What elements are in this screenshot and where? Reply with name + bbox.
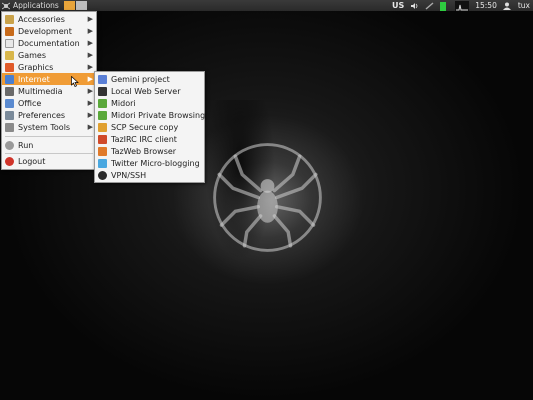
twitter-icon (98, 158, 107, 168)
submenu-arrow-icon: ▶ (87, 87, 93, 95)
submenu-arrow-icon: ▶ (87, 99, 93, 107)
office-icon (5, 98, 14, 108)
menu-item-documentation[interactable]: Documentation ▶ (2, 37, 96, 49)
menu-item-gemini-project[interactable]: Gemini project (95, 73, 204, 85)
midori-icon (98, 98, 107, 108)
submenu-arrow-icon: ▶ (87, 123, 93, 131)
menu-item-twitter[interactable]: Twitter Micro-blogging (95, 157, 204, 169)
games-icon (5, 50, 14, 60)
menu-item-multimedia[interactable]: Multimedia ▶ (2, 85, 96, 97)
spider-logo (213, 143, 322, 252)
applications-label: Applications (13, 1, 59, 10)
menu-item-midori-private[interactable]: Midori Private Browsing (95, 109, 205, 121)
system-tray: US 15:50 tux (386, 0, 533, 11)
graphics-icon (5, 62, 14, 72)
power-icon (5, 156, 14, 166)
menu-item-run[interactable]: Run (2, 139, 96, 151)
battery-icon[interactable] (440, 1, 449, 11)
menu-separator (5, 136, 93, 137)
mouse-pointer-icon (71, 76, 79, 87)
user-icon (502, 2, 512, 10)
submenu-arrow-icon: ▶ (87, 51, 93, 59)
applications-menu: Accessories ▶ Development ▶ Documentatio… (1, 11, 97, 170)
menu-item-games[interactable]: Games ▶ (2, 49, 96, 61)
irc-icon (98, 134, 107, 144)
menu-item-midori[interactable]: Midori (95, 97, 204, 109)
menu-separator (5, 153, 93, 154)
tazpanel-icon (1, 2, 11, 10)
menu-item-office[interactable]: Office ▶ (2, 97, 96, 109)
terminal-launcher-icon[interactable] (75, 1, 87, 10)
menu-item-scp-secure-copy[interactable]: SCP Secure copy (95, 121, 204, 133)
internet-icon (5, 74, 14, 84)
keyboard-layout[interactable]: US (392, 1, 404, 10)
midori-private-icon (98, 110, 107, 120)
menu-item-tazweb[interactable]: TazWeb Browser (95, 145, 204, 157)
tazweb-icon (98, 146, 107, 156)
menu-item-tazirc[interactable]: TazIRC IRC client (95, 133, 204, 145)
system-tools-icon (5, 122, 14, 132)
gemini-icon (98, 74, 107, 84)
accessories-icon (5, 14, 14, 24)
username: tux (517, 1, 530, 10)
menu-item-development[interactable]: Development ▶ (2, 25, 96, 37)
multimedia-icon (5, 86, 14, 96)
menu-item-vpn-ssh[interactable]: VPN/SSH (95, 169, 204, 181)
cpu-monitor-icon[interactable] (455, 0, 470, 11)
top-panel: Applications US 15:50 tux (0, 0, 533, 11)
submenu-arrow-icon: ▶ (87, 75, 93, 83)
web-server-icon (98, 86, 107, 96)
menu-item-graphics[interactable]: Graphics ▶ (2, 61, 96, 73)
documentation-icon (5, 38, 14, 48)
volume-icon[interactable] (410, 2, 419, 10)
network-icon[interactable] (425, 1, 434, 10)
clock[interactable]: 15:50 (475, 1, 497, 10)
menu-item-accessories[interactable]: Accessories ▶ (2, 13, 96, 25)
menu-item-preferences[interactable]: Preferences ▶ (2, 109, 96, 121)
scp-icon (98, 122, 107, 132)
development-icon (5, 26, 14, 36)
submenu-arrow-icon: ▶ (87, 15, 93, 23)
menu-item-logout[interactable]: Logout (2, 155, 96, 167)
submenu-arrow-icon: ▶ (87, 39, 93, 47)
file-manager-launcher-icon[interactable] (63, 1, 75, 10)
applications-button[interactable]: Applications (0, 0, 63, 11)
submenu-arrow-icon: ▶ (87, 63, 93, 71)
vpn-icon (98, 170, 107, 180)
menu-item-local-web-server[interactable]: Local Web Server (95, 85, 204, 97)
preferences-icon (5, 110, 14, 120)
gear-icon (5, 140, 14, 150)
submenu-arrow-icon: ▶ (87, 27, 93, 35)
submenu-arrow-icon: ▶ (87, 111, 93, 119)
menu-item-system-tools[interactable]: System Tools ▶ (2, 121, 96, 133)
menu-item-internet[interactable]: Internet ▶ (2, 73, 96, 85)
internet-submenu: Gemini project Local Web Server Midori M… (94, 71, 205, 183)
